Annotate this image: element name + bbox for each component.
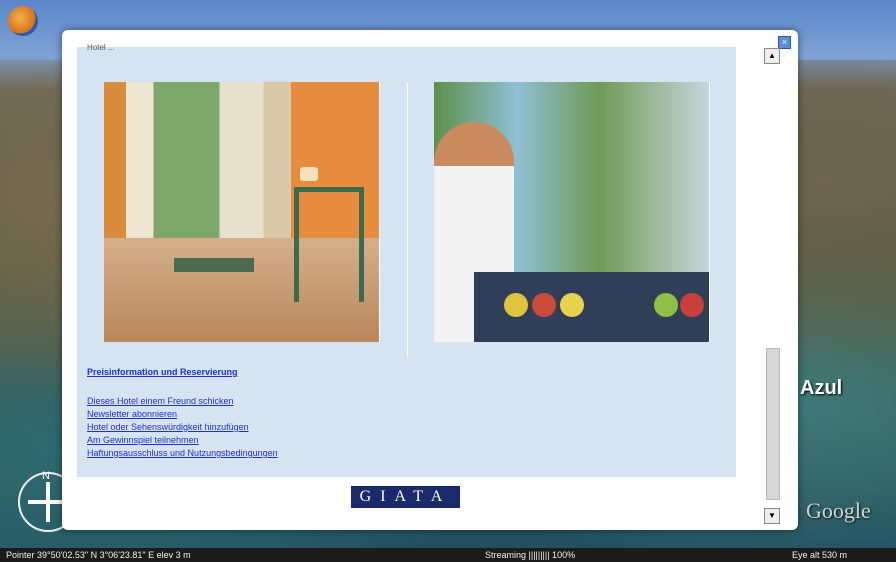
fruit-apple bbox=[532, 293, 556, 317]
disclaimer-link[interactable]: Haftungsausschluss und Nutzungsbedingung… bbox=[87, 447, 278, 460]
buffet-photo bbox=[434, 82, 710, 342]
compass-north-label: N bbox=[42, 470, 50, 482]
fruit-apple bbox=[560, 293, 584, 317]
send-hotel-link[interactable]: Dieses Hotel einem Freund schicken bbox=[87, 395, 278, 408]
contest-link[interactable]: Am Gewinnspiel teilnehmen bbox=[87, 434, 278, 447]
top-text: Hotel ... bbox=[87, 43, 115, 52]
fruit-apple bbox=[504, 293, 528, 317]
hotel-room-photo bbox=[104, 82, 380, 342]
newsletter-link[interactable]: Newsletter abonnieren bbox=[87, 408, 278, 421]
popup-scrollbar[interactable]: ▲ ▼ bbox=[764, 48, 780, 524]
eye-altitude: Eye alt 530 m bbox=[792, 550, 848, 560]
pointer-coordinates: Pointer 39°50'02.53" N 3°06'23.81" E ele… bbox=[6, 550, 191, 560]
giata-logo[interactable]: GIATA bbox=[351, 486, 460, 508]
map-place-label: Azul bbox=[800, 377, 843, 399]
photo-divider bbox=[407, 82, 408, 357]
streaming-status: Streaming ||||||||| 100% bbox=[485, 550, 576, 560]
globe-logo-icon bbox=[8, 6, 38, 36]
room-chair bbox=[294, 187, 364, 302]
scroll-up-icon[interactable]: ▲ bbox=[764, 48, 780, 64]
link-list: Preisinformation und Reservierung Dieses… bbox=[87, 367, 278, 460]
status-bar: Pointer 39°50'02.53" N 3°06'23.81" E ele… bbox=[0, 548, 896, 562]
fruit-apple bbox=[654, 293, 678, 317]
scroll-down-icon[interactable]: ▼ bbox=[764, 508, 780, 524]
scroll-thumb[interactable] bbox=[766, 348, 780, 500]
google-watermark: Google bbox=[806, 498, 871, 523]
add-hotel-link[interactable]: Hotel oder Sehenswürdigkeit hinzufügen bbox=[87, 421, 278, 434]
popup-content-panel: Hotel ... Preisinformation und Reservier… bbox=[77, 43, 736, 477]
room-lamp bbox=[300, 167, 318, 181]
fruit-apple bbox=[680, 293, 704, 317]
room-table bbox=[174, 258, 254, 272]
price-reservation-link[interactable]: Preisinformation und Reservierung bbox=[87, 367, 278, 377]
